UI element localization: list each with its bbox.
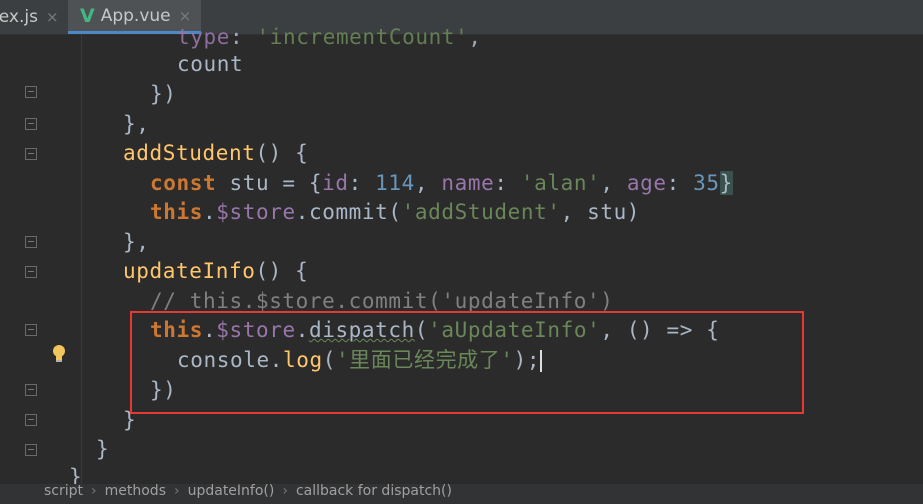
chevron-right-icon: › [282,484,288,499]
chevron-right-icon: › [173,484,180,499]
code-line: this.$store.commit('addStudent', stu) [150,200,641,224]
code-line: count [177,52,244,76]
code-line: }, [123,230,150,254]
annotation-highlight-box [130,311,804,414]
code-line: const stu = {id: 114, name: 'alan', age:… [150,171,733,195]
breadcrumb-item[interactable]: updateInfo() [188,484,275,498]
breadcrumb-item[interactable]: methods [105,484,166,498]
code-line: type: 'incrementCount', [177,25,482,49]
breadcrumb-item[interactable]: script [44,484,83,498]
breadcrumb: script › methods › updateInfo() › callback for… [0,484,923,504]
breadcrumb-item[interactable]: callback for dispatch() [296,484,452,498]
code-line: } [96,437,110,461]
chevron-right-icon: › [91,484,97,499]
code-line: updateInfo() { [123,259,309,283]
code-line: }) [150,82,177,106]
code-line: addStudent() { [123,141,309,165]
code-line: }, [123,112,150,136]
code-editor[interactable]: type: 'incrementCount', count }) }, addS… [0,0,923,504]
